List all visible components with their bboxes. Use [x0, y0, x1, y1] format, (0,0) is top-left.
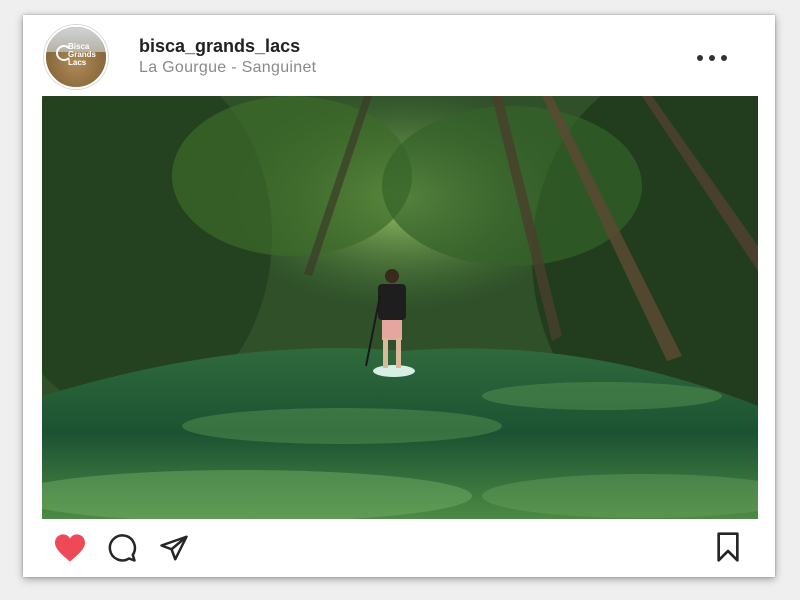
comment-icon[interactable]	[107, 533, 137, 563]
location-link[interactable]: La Gourgue - Sanguinet	[139, 59, 316, 77]
more-options-icon[interactable]	[697, 53, 727, 63]
heart-icon[interactable]	[53, 533, 87, 563]
avatar-logo-text: Bisca Grands Lacs	[68, 42, 97, 67]
bookmark-icon[interactable]	[713, 531, 743, 563]
post-photo[interactable]	[42, 96, 758, 519]
profile-avatar[interactable]: Bisca Grands Lacs	[44, 25, 108, 89]
photo-scene	[42, 96, 758, 519]
post-card: Bisca Grands Lacs bisca_grands_lacs La G…	[23, 15, 775, 577]
username[interactable]: bisca_grands_lacs	[139, 36, 300, 57]
action-bar	[23, 527, 775, 571]
send-icon[interactable]	[157, 533, 191, 563]
